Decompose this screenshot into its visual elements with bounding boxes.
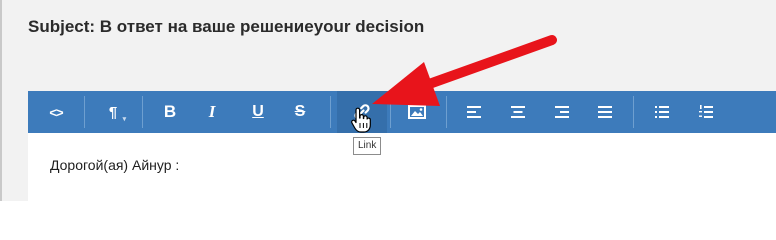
underline-icon: U [252,103,264,120]
code-icon: <> [49,104,63,120]
numbered-list-icon [699,105,713,118]
align-left-icon [467,106,481,118]
toolbar-separator [446,96,447,128]
bold-icon: B [163,102,177,121]
align-center-button[interactable] [502,91,534,133]
bullet-list-icon [655,106,669,118]
paragraph-icon: ¶ ▾ [108,103,126,123]
toolbar-separator [390,96,391,128]
strikethrough-button[interactable]: S [284,91,316,133]
chevron-down-icon: ▾ [122,115,127,123]
bold-button[interactable]: B [154,91,186,133]
left-border [0,0,2,201]
paragraph-label: ¶ [108,103,118,121]
align-justify-button[interactable] [589,91,621,133]
italic-icon: I [208,102,216,121]
paragraph-format-button[interactable]: ¶ ▾ [85,91,141,133]
bullet-list-button[interactable] [646,91,678,133]
toolbar-separator [633,96,634,128]
message-editor[interactable]: Дорогой(ая) Айнур : [28,133,776,201]
hand-pointer-icon [351,107,371,133]
align-justify-icon [598,106,612,118]
align-right-icon [555,106,569,118]
insert-image-button[interactable] [398,91,436,133]
message-body-text: Дорогой(ая) Айнур : [50,157,180,173]
editor-toolbar: <> ¶ ▾ B I U S [28,91,776,133]
numbered-list-button[interactable] [690,91,722,133]
image-icon [408,105,426,119]
subject-line: Subject: В ответ на ваше решениеyour dec… [28,17,425,36]
toolbar-separator [330,96,331,128]
strikethrough-icon: S [294,103,306,120]
underline-button[interactable]: U [242,91,274,133]
align-right-button[interactable] [546,91,578,133]
align-left-button[interactable] [458,91,490,133]
code-view-button[interactable]: <> [28,91,84,133]
align-center-icon [511,106,525,118]
italic-button[interactable]: I [196,91,228,133]
link-tooltip: Link [353,137,382,155]
toolbar-separator [142,96,143,128]
